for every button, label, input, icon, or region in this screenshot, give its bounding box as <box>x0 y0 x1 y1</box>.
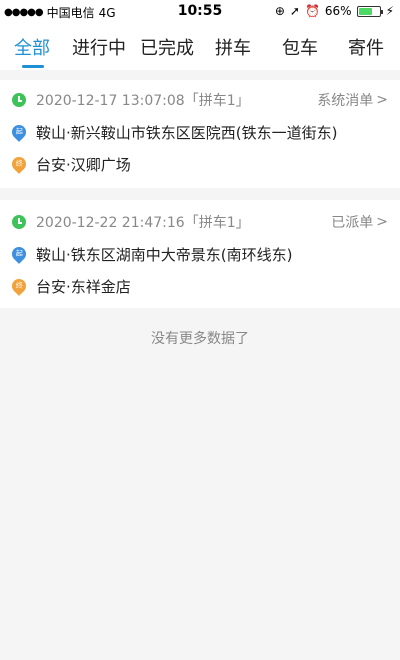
location-arrow-icon: ➚ <box>289 4 300 18</box>
destination-address: 台安·汉卿广场 <box>36 155 131 174</box>
order-card[interactable]: 2020-12-17 13:07:08「拼车1」 系统消单 > 起 鞍山·新兴鞍山… <box>0 80 400 188</box>
start-pin-icon: 起 <box>9 244 29 264</box>
order-datetime: 2020-12-22 21:47:16「拼车1」 <box>36 215 250 231</box>
chevron-right-icon: > <box>376 92 388 108</box>
origin-address: 鞍山·新兴鞍山市铁东区医院西(铁东一道街东) <box>36 123 338 142</box>
tab-charter[interactable]: 包车 <box>282 34 318 60</box>
start-pin-icon: 起 <box>9 122 29 142</box>
order-status[interactable]: 系统消单 > <box>317 90 388 110</box>
clock-icon <box>12 215 26 229</box>
tab-parcel[interactable]: 寄件 <box>348 34 384 60</box>
active-tab-indicator <box>22 65 44 68</box>
order-card[interactable]: 2020-12-22 21:47:16「拼车1」 已派单 > 起 鞍山·铁东区湖南… <box>0 200 400 308</box>
chevron-right-icon: > <box>376 214 388 230</box>
battery-percent: 66% <box>324 4 352 18</box>
order-status-label: 系统消单 <box>317 93 374 109</box>
order-status-label: 已派单 <box>331 215 374 231</box>
destination-address: 台安·东祥金店 <box>36 277 131 296</box>
alarm-icon: ⏰ <box>304 4 320 18</box>
tab-all[interactable]: 全部 <box>14 34 50 60</box>
order-datetime: 2020-12-17 13:07:08「拼车1」 <box>36 93 250 109</box>
order-status[interactable]: 已派单 > <box>331 212 388 232</box>
lock-rotation-icon: ⊕ <box>274 4 285 18</box>
order-tabs: 全部 进行中 已完成 拼车 包车 寄件 <box>0 24 400 70</box>
clock-icon <box>12 93 26 107</box>
end-pin-icon: 终 <box>9 154 29 174</box>
tab-carpool[interactable]: 拼车 <box>215 34 251 60</box>
origin-address: 鞍山·铁东区湖南中大帝景东(南环线东) <box>36 245 293 264</box>
battery-icon <box>356 5 383 17</box>
end-pin-icon: 终 <box>9 276 29 296</box>
charging-icon: ⚡ <box>385 4 394 18</box>
tab-completed[interactable]: 已完成 <box>140 34 194 60</box>
status-bar: ●●●●● 中国电信 4G 10:55 ⊕ ➚ ⏰ 66% ⚡ <box>0 0 400 24</box>
no-more-data-text: 没有更多数据了 <box>151 331 249 347</box>
tab-in-progress[interactable]: 进行中 <box>72 34 126 60</box>
battery-level <box>358 7 372 15</box>
